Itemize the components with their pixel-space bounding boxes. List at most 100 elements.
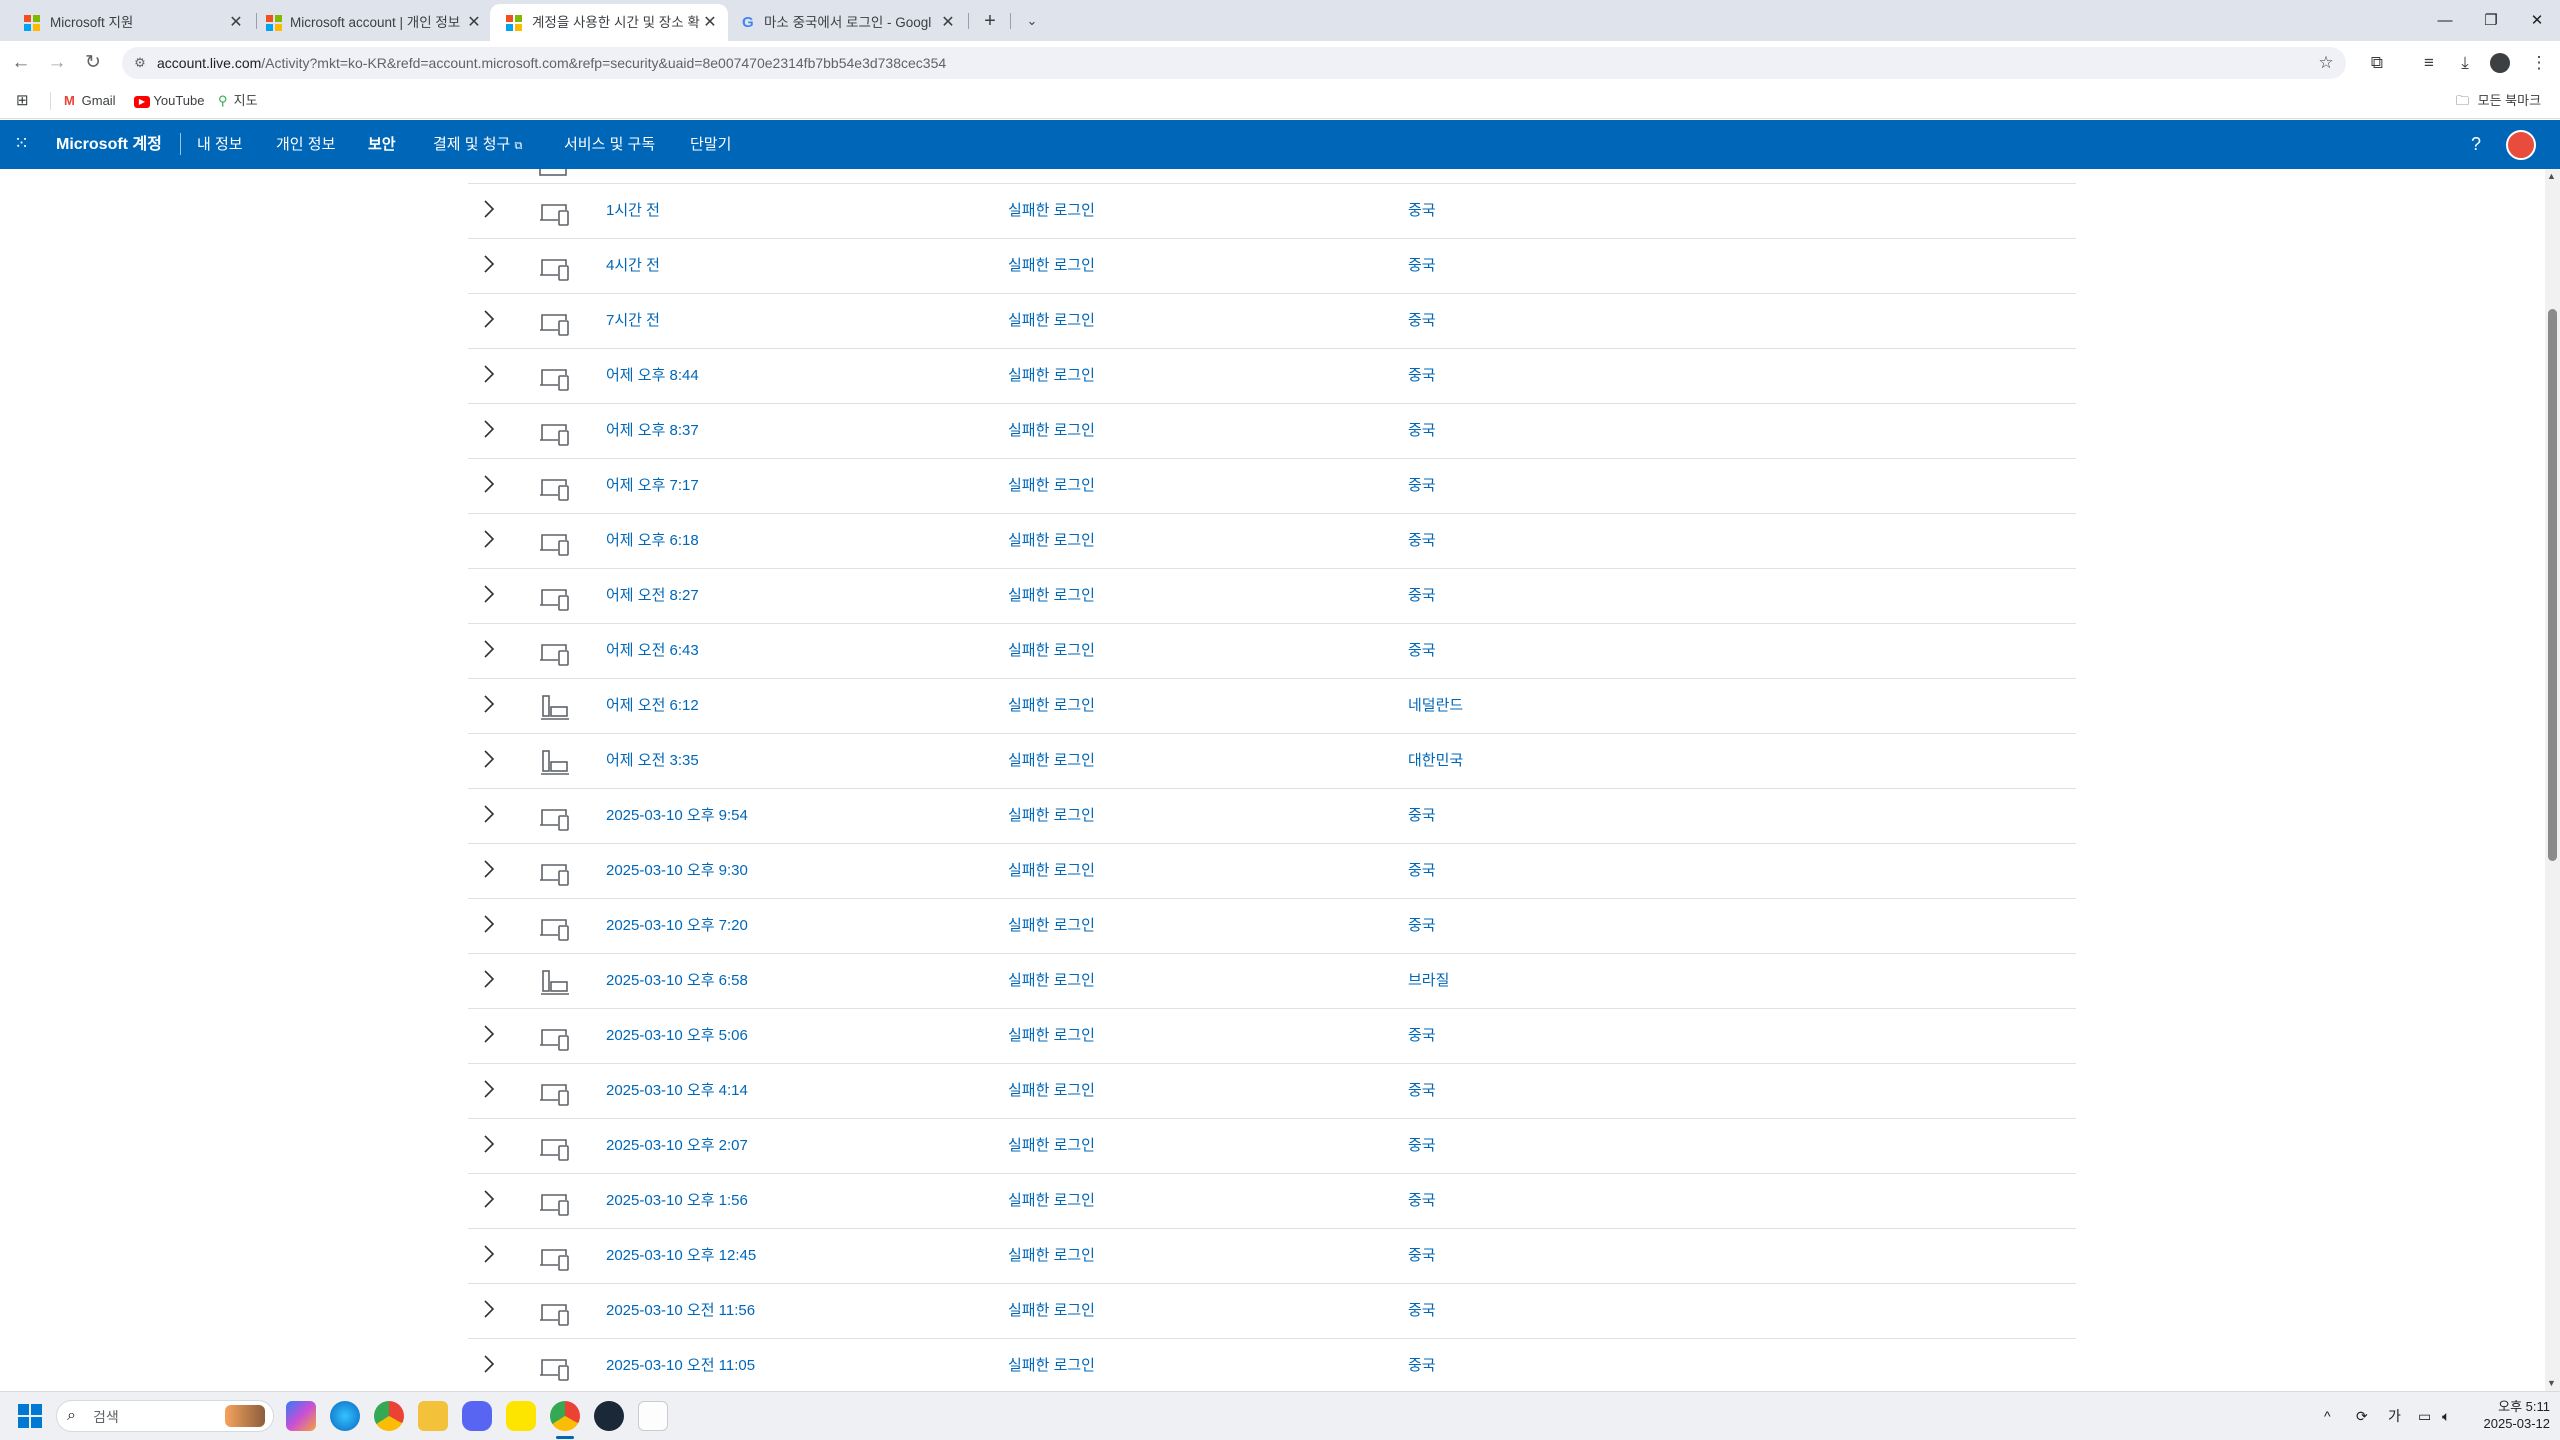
activity-location[interactable]: 중국 — [1408, 311, 1436, 331]
expand-chevron-icon[interactable] — [478, 473, 500, 495]
activity-status[interactable]: 실패한 로그인 — [1008, 1026, 1095, 1046]
activity-row[interactable]: 어제 오전 8:27 실패한 로그인 중국 — [468, 569, 2076, 624]
bookmark-maps[interactable]: ⚲ 지도 — [218, 92, 258, 110]
taskbar-search-box[interactable]: ⌕ 검색 — [56, 1400, 274, 1432]
tab-activity[interactable]: 계정을 사용한 시간 및 장소 확 ✕ — [490, 4, 728, 41]
activity-row[interactable]: 2025-03-10 오후 7:20 실패한 로그인 중국 — [468, 899, 2076, 954]
tab-search-chevron-icon[interactable]: ⌄ — [1020, 9, 1044, 33]
tab-microsoft-support[interactable]: Microsoft 지원 ✕ — [0, 4, 252, 41]
activity-status[interactable]: 실패한 로그인 — [1008, 1301, 1095, 1321]
activity-status[interactable]: 실패한 로그인 — [1008, 696, 1095, 716]
expand-chevron-icon[interactable] — [478, 363, 500, 385]
extensions-icon[interactable]: ⧉ — [2364, 50, 2390, 76]
new-tab-button[interactable]: + — [978, 9, 1002, 33]
activity-time[interactable]: 어제 오후 7:17 — [606, 476, 699, 496]
activity-status[interactable]: 실패한 로그인 — [1008, 1081, 1095, 1101]
activity-location[interactable]: 중국 — [1408, 1356, 1436, 1376]
bookmark-star-icon[interactable]: ☆ — [2313, 50, 2339, 76]
nav-devices[interactable]: 단말기 — [690, 136, 731, 154]
expand-chevron-icon[interactable] — [478, 418, 500, 440]
activity-status[interactable]: 실패한 로그인 — [1008, 1356, 1095, 1376]
expand-chevron-icon[interactable] — [478, 858, 500, 880]
url-text[interactable]: account.live.com/Activity?mkt=ko-KR&refd… — [157, 54, 946, 72]
activity-location[interactable]: 중국 — [1408, 421, 1436, 441]
activity-location[interactable]: 중국 — [1408, 476, 1436, 496]
activity-row[interactable]: 2025-03-10 오후 1:56 실패한 로그인 중국 — [468, 1174, 2076, 1229]
activity-location[interactable]: 중국 — [1408, 586, 1436, 606]
activity-row[interactable]: 1시간 전 실패한 로그인 중국 — [468, 184, 2076, 239]
activity-row[interactable]: 어제 오후 6:18 실패한 로그인 중국 — [468, 514, 2076, 569]
expand-chevron-icon[interactable] — [478, 913, 500, 935]
activity-time[interactable]: 4시간 전 — [606, 256, 660, 276]
close-tab-icon[interactable]: ✕ — [938, 13, 958, 33]
activity-time[interactable]: 어제 오전 3:35 — [606, 751, 699, 771]
back-icon[interactable]: ← — [8, 50, 34, 76]
volume-icon[interactable]: 🔈︎ — [2442, 1406, 2450, 1426]
activity-status[interactable]: 실패한 로그인 — [1008, 1136, 1095, 1156]
activity-time[interactable]: 2025-03-10 오후 6:58 — [606, 971, 748, 991]
copilot-icon[interactable] — [286, 1401, 316, 1431]
expand-chevron-icon[interactable] — [478, 1188, 500, 1210]
activity-status[interactable]: 실패한 로그인 — [1008, 476, 1095, 496]
profile-avatar[interactable] — [2490, 53, 2510, 73]
ime-indicator[interactable]: 가 — [2388, 1406, 2401, 1426]
activity-status[interactable]: 실패한 로그인 — [1008, 751, 1095, 771]
activity-status[interactable]: 실패한 로그인 — [1008, 586, 1095, 606]
nav-privacy[interactable]: 개인 정보 — [276, 136, 335, 154]
activity-row[interactable]: 2025-03-10 오후 12:45 실패한 로그인 중국 — [468, 1229, 2076, 1284]
activity-location[interactable]: 중국 — [1408, 256, 1436, 276]
activity-location[interactable]: 중국 — [1408, 1246, 1436, 1266]
help-icon[interactable]: ? — [2464, 132, 2488, 156]
kakaotalk-icon[interactable] — [506, 1401, 536, 1431]
edge-icon[interactable] — [330, 1401, 360, 1431]
activity-status[interactable]: 실패한 로그인 — [1008, 641, 1095, 661]
file-explorer-icon[interactable] — [418, 1401, 448, 1431]
close-window-icon[interactable]: ✕ — [2514, 0, 2560, 41]
activity-row[interactable]: 4시간 전 실패한 로그인 중국 — [468, 239, 2076, 294]
activity-time[interactable]: 7시간 전 — [606, 311, 660, 331]
steam-icon[interactable] — [594, 1401, 624, 1431]
activity-location[interactable]: 중국 — [1408, 531, 1436, 551]
expand-chevron-icon[interactable] — [478, 1298, 500, 1320]
activity-time[interactable]: 어제 오전 6:12 — [606, 696, 699, 716]
activity-time[interactable]: 어제 오후 8:37 — [606, 421, 699, 441]
close-tab-icon[interactable]: ✕ — [464, 13, 484, 33]
activity-status[interactable]: 실패한 로그인 — [1008, 806, 1095, 826]
activity-location[interactable]: 중국 — [1408, 1081, 1436, 1101]
expand-chevron-icon[interactable] — [478, 1243, 500, 1265]
scroll-up-icon[interactable]: ▲ — [2547, 171, 2559, 181]
activity-time[interactable]: 어제 오후 6:18 — [606, 531, 699, 551]
activity-location[interactable]: 중국 — [1408, 641, 1436, 661]
expand-chevron-icon[interactable] — [478, 528, 500, 550]
expand-chevron-icon[interactable] — [478, 803, 500, 825]
nav-services-subscriptions[interactable]: 서비스 및 구독 — [564, 136, 655, 154]
activity-row[interactable]: 어제 오후 8:37 실패한 로그인 중국 — [468, 404, 2076, 459]
activity-row[interactable]: 어제 오후 8:44 실패한 로그인 중국 — [468, 349, 2076, 404]
activity-location[interactable]: 중국 — [1408, 366, 1436, 386]
expand-chevron-icon[interactable] — [478, 583, 500, 605]
expand-chevron-icon[interactable] — [478, 1023, 500, 1045]
activity-row[interactable]: 2025-03-10 오후 9:30 실패한 로그인 중국 — [468, 844, 2076, 899]
activity-row[interactable]: 2025-03-10 오후 4:14 실패한 로그인 중국 — [468, 1064, 2076, 1119]
activity-time[interactable]: 2025-03-10 오후 12:45 — [606, 1246, 756, 1266]
activity-status[interactable]: 실패한 로그인 — [1008, 256, 1095, 276]
activity-row[interactable]: 2025-03-10 오후 9:54 실패한 로그인 중국 — [468, 789, 2076, 844]
app-launcher-icon[interactable]: ⁙ — [14, 133, 34, 153]
app-icon[interactable] — [638, 1401, 668, 1431]
activity-location[interactable]: 중국 — [1408, 201, 1436, 221]
activity-row[interactable]: 2025-03-10 오전 11:05 실패한 로그인 중국 — [468, 1339, 2076, 1391]
activity-time[interactable]: 2025-03-10 오후 5:06 — [606, 1026, 748, 1046]
bookmark-gmail[interactable]: M Gmail — [64, 92, 116, 110]
discord-icon[interactable] — [462, 1401, 492, 1431]
scrollbar-thumb[interactable] — [2548, 309, 2557, 861]
expand-chevron-icon[interactable] — [478, 1133, 500, 1155]
minimize-icon[interactable]: — — [2422, 0, 2468, 41]
activity-status[interactable]: 실패한 로그인 — [1008, 1246, 1095, 1266]
media-control-icon[interactable]: ≡ — [2416, 50, 2442, 76]
activity-status[interactable]: 실패한 로그인 — [1008, 971, 1095, 991]
expand-chevron-icon[interactable] — [478, 1353, 500, 1375]
scroll-down-icon[interactable]: ▼ — [2547, 1378, 2559, 1388]
activity-location[interactable]: 중국 — [1408, 861, 1436, 881]
close-tab-icon[interactable]: ✕ — [700, 13, 720, 33]
expand-chevron-icon[interactable] — [478, 968, 500, 990]
